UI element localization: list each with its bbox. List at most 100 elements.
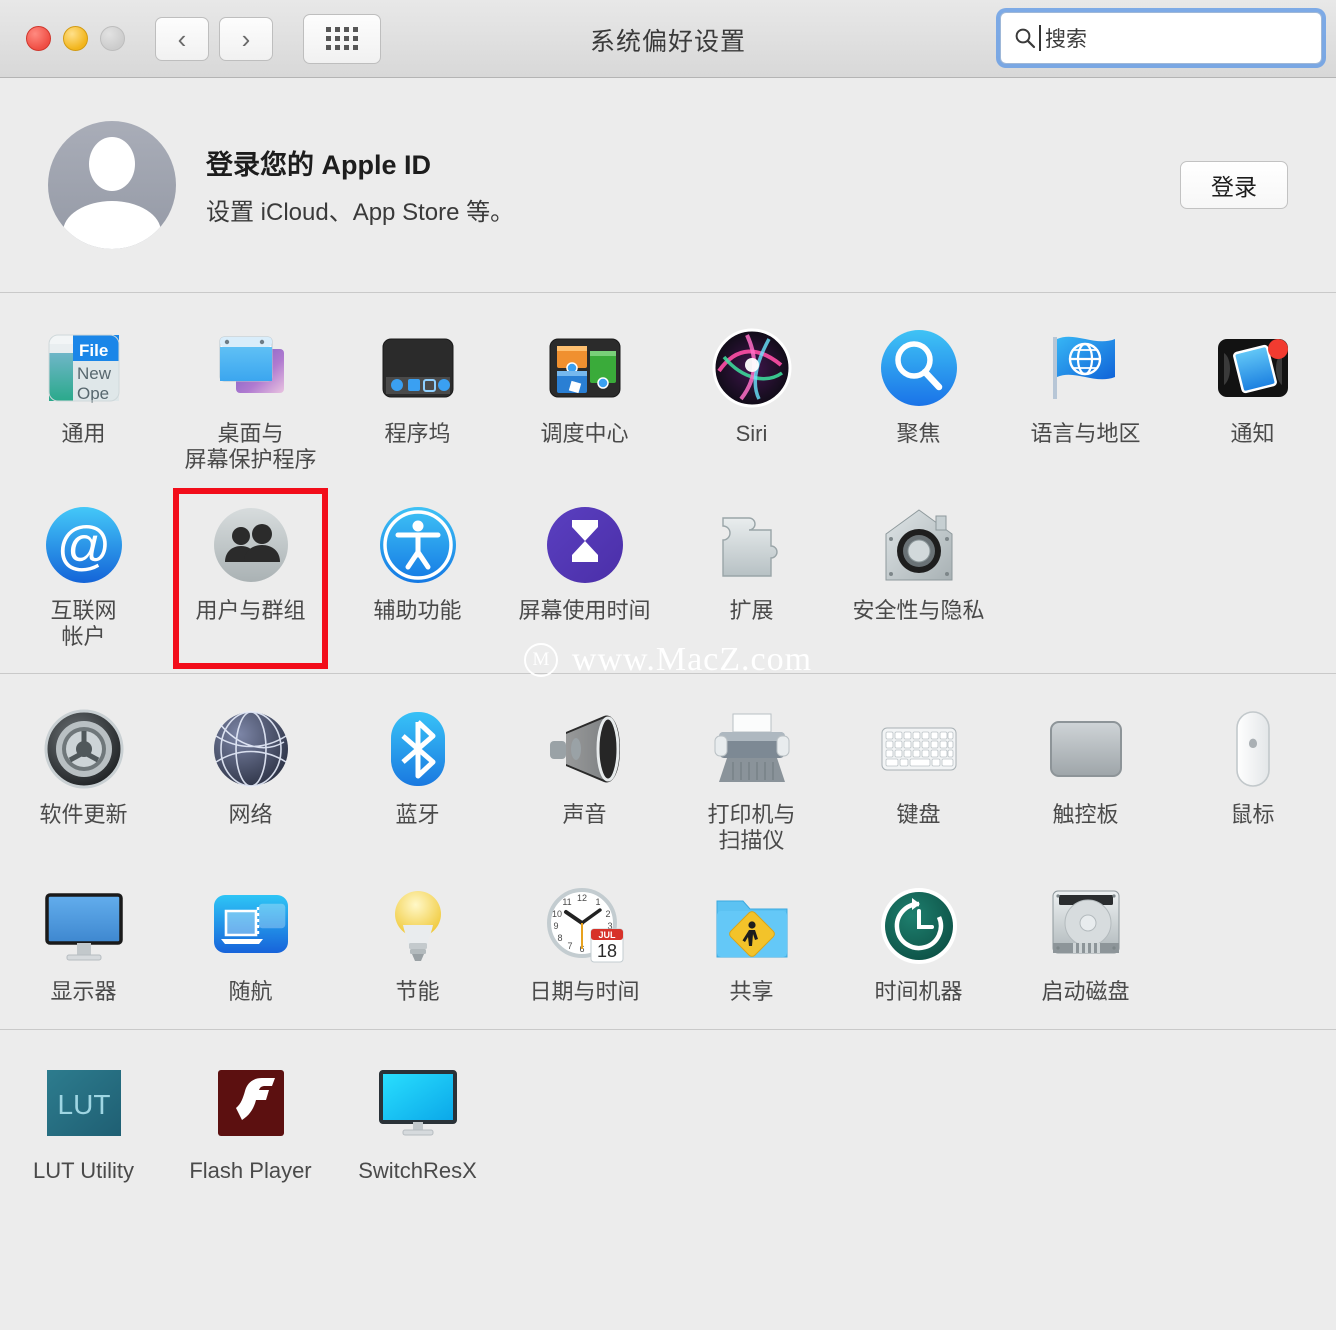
svg-text:Ope: Ope bbox=[77, 384, 109, 403]
preference-item-displays[interactable]: 显示器 bbox=[0, 875, 167, 1019]
preference-item-keyboard[interactable]: 键盘 bbox=[835, 698, 1002, 867]
forward-button[interactable]: › bbox=[219, 16, 273, 61]
preference-item-label: 打印机与 扫描仪 bbox=[707, 802, 796, 853]
sidecar-icon bbox=[210, 885, 292, 967]
chevron-left-icon: ‹ bbox=[177, 23, 187, 54]
svg-text:8: 8 bbox=[557, 933, 562, 943]
preference-grid: File New Ope 通用 桌面与 屏幕保护程序 程序坞 调度中心 Siri… bbox=[0, 317, 1336, 670]
preference-item-label: 键盘 bbox=[896, 802, 941, 828]
siri-icon bbox=[711, 327, 793, 409]
preferences-section-third-party: LUT LUT Utility Flash Player SwitchResX bbox=[0, 1030, 1336, 1208]
software-update-icon bbox=[43, 708, 125, 790]
chevron-right-icon: › bbox=[241, 23, 251, 54]
language-region-icon bbox=[1045, 327, 1127, 409]
preference-item-label: 共享 bbox=[729, 979, 774, 1005]
minimize-button[interactable] bbox=[63, 26, 88, 51]
preference-item-software-update[interactable]: 软件更新 bbox=[0, 698, 167, 867]
bluetooth-icon bbox=[377, 708, 459, 790]
window-titlebar: ‹ › 系统偏好设置 搜索 bbox=[0, 0, 1336, 78]
preference-item-spotlight[interactable]: 聚焦 bbox=[835, 317, 1002, 486]
svg-text:@: @ bbox=[56, 516, 111, 576]
preference-item-lut-utility[interactable]: LUT LUT Utility bbox=[0, 1054, 167, 1198]
mission-control-icon bbox=[544, 327, 626, 409]
avatar bbox=[48, 121, 176, 249]
grid-icon bbox=[326, 27, 358, 50]
preference-item-sharing[interactable]: 共享 bbox=[668, 875, 835, 1019]
show-all-button[interactable] bbox=[303, 13, 381, 64]
preference-item-label: 聚焦 bbox=[896, 421, 941, 446]
preference-item-label: 通用 bbox=[61, 421, 106, 446]
apple-id-title: 登录您的 Apple ID bbox=[206, 150, 432, 180]
preference-item-label: 触控板 bbox=[1052, 802, 1119, 828]
svg-text:9: 9 bbox=[553, 921, 558, 931]
preference-item-label: 节能 bbox=[395, 979, 440, 1005]
preference-item-startup-disk[interactable]: 启动磁盘 bbox=[1002, 875, 1169, 1019]
svg-text:LUT: LUT bbox=[57, 1089, 110, 1120]
sound-icon bbox=[544, 708, 626, 790]
preference-item-label: 通知 bbox=[1230, 421, 1275, 446]
preference-item-accessibility[interactable]: 辅助功能 bbox=[334, 494, 501, 663]
svg-text:JUL: JUL bbox=[598, 930, 616, 940]
preference-item-extensions[interactable]: 扩展 bbox=[668, 494, 835, 663]
preference-item-security-privacy[interactable]: 安全性与隐私 bbox=[835, 494, 1002, 663]
preference-item-screen-time[interactable]: 屏幕使用时间 bbox=[501, 494, 668, 663]
close-button[interactable] bbox=[26, 26, 51, 51]
svg-text:1: 1 bbox=[595, 897, 600, 907]
preference-item-energy-saver[interactable]: 节能 bbox=[334, 875, 501, 1019]
preference-item-date-time[interactable]: 1212 345 678 91011 JUL 18日期与时间 bbox=[501, 875, 668, 1019]
preference-item-general[interactable]: File New Ope 通用 bbox=[0, 317, 167, 486]
spotlight-icon bbox=[878, 327, 960, 409]
preference-item-mission-control[interactable]: 调度中心 bbox=[501, 317, 668, 486]
preference-item-desktop-screensaver[interactable]: 桌面与 屏幕保护程序 bbox=[167, 317, 334, 486]
svg-text:18: 18 bbox=[596, 941, 616, 961]
preference-item-flash-player[interactable]: Flash Player bbox=[167, 1054, 334, 1198]
preference-item-siri[interactable]: Siri bbox=[668, 317, 835, 486]
preference-grid: LUT LUT Utility Flash Player SwitchResX bbox=[0, 1054, 1336, 1198]
preferences-section-personal: File New Ope 通用 桌面与 屏幕保护程序 程序坞 调度中心 Siri… bbox=[0, 293, 1336, 678]
apple-id-banner[interactable]: 登录您的 Apple ID 设置 iCloud、App Store 等。 登录 bbox=[0, 78, 1336, 293]
trackpad-icon bbox=[1045, 708, 1127, 790]
svg-text:12: 12 bbox=[576, 893, 586, 903]
preferences-section-hardware: 软件更新 网络 蓝牙 声音 打印机与 扫描仪 键盘 触控板 鼠标 显示器 随航 … bbox=[0, 674, 1336, 1030]
preference-item-notifications[interactable]: 通知 bbox=[1169, 317, 1336, 486]
preference-item-label: Siri bbox=[735, 421, 768, 446]
preference-item-dock[interactable]: 程序坞 bbox=[334, 317, 501, 486]
preference-item-label: 桌面与 屏幕保护程序 bbox=[184, 421, 317, 472]
text-cursor bbox=[1039, 25, 1041, 51]
svg-text:7: 7 bbox=[567, 941, 572, 951]
preference-item-label: 互联网 帐户 bbox=[50, 598, 117, 649]
search-field[interactable]: 搜索 bbox=[1000, 12, 1322, 64]
preference-item-switchresx[interactable]: SwitchResX bbox=[334, 1054, 501, 1198]
apple-id-subtitle: 设置 iCloud、App Store 等。 bbox=[206, 199, 515, 226]
preference-item-internet-accounts[interactable]: @ 互联网 帐户 bbox=[0, 494, 167, 663]
preference-item-bluetooth[interactable]: 蓝牙 bbox=[334, 698, 501, 867]
back-button[interactable]: ‹ bbox=[155, 16, 209, 61]
time-machine-icon bbox=[878, 885, 960, 967]
desktop-screensaver-icon bbox=[210, 327, 292, 409]
preference-item-label: 鼠标 bbox=[1230, 802, 1275, 828]
preference-item-label: 随航 bbox=[228, 979, 273, 1005]
security-privacy-icon bbox=[878, 504, 960, 586]
preference-item-time-machine[interactable]: 时间机器 bbox=[835, 875, 1002, 1019]
keyboard-icon bbox=[878, 708, 960, 790]
traffic-lights bbox=[26, 26, 125, 51]
preference-item-sidecar[interactable]: 随航 bbox=[167, 875, 334, 1019]
preference-item-network[interactable]: 网络 bbox=[167, 698, 334, 867]
accessibility-icon bbox=[377, 504, 459, 586]
preference-item-trackpad[interactable]: 触控板 bbox=[1002, 698, 1169, 867]
preference-item-label: 辅助功能 bbox=[373, 598, 462, 624]
preference-item-users-groups[interactable]: 用户与群组 bbox=[167, 488, 334, 670]
users-groups-icon bbox=[210, 504, 292, 586]
apple-id-text: 登录您的 Apple ID 设置 iCloud、App Store 等。 bbox=[206, 143, 514, 227]
preference-item-label: LUT Utility bbox=[32, 1157, 135, 1183]
preference-item-mouse[interactable]: 鼠标 bbox=[1169, 698, 1336, 867]
sign-in-button[interactable]: 登录 bbox=[1180, 161, 1288, 209]
preference-item-printers-scanners[interactable]: 打印机与 扫描仪 bbox=[668, 698, 835, 867]
preference-item-label: 声音 bbox=[562, 802, 607, 828]
preference-item-language-region[interactable]: 语言与地区 bbox=[1002, 317, 1169, 486]
preference-item-label: 调度中心 bbox=[540, 421, 629, 446]
preference-grid: 软件更新 网络 蓝牙 声音 打印机与 扫描仪 键盘 触控板 鼠标 显示器 随航 … bbox=[0, 698, 1336, 1019]
avatar-head bbox=[89, 137, 135, 191]
preference-item-sound[interactable]: 声音 bbox=[501, 698, 668, 867]
svg-text:11: 11 bbox=[562, 897, 571, 907]
